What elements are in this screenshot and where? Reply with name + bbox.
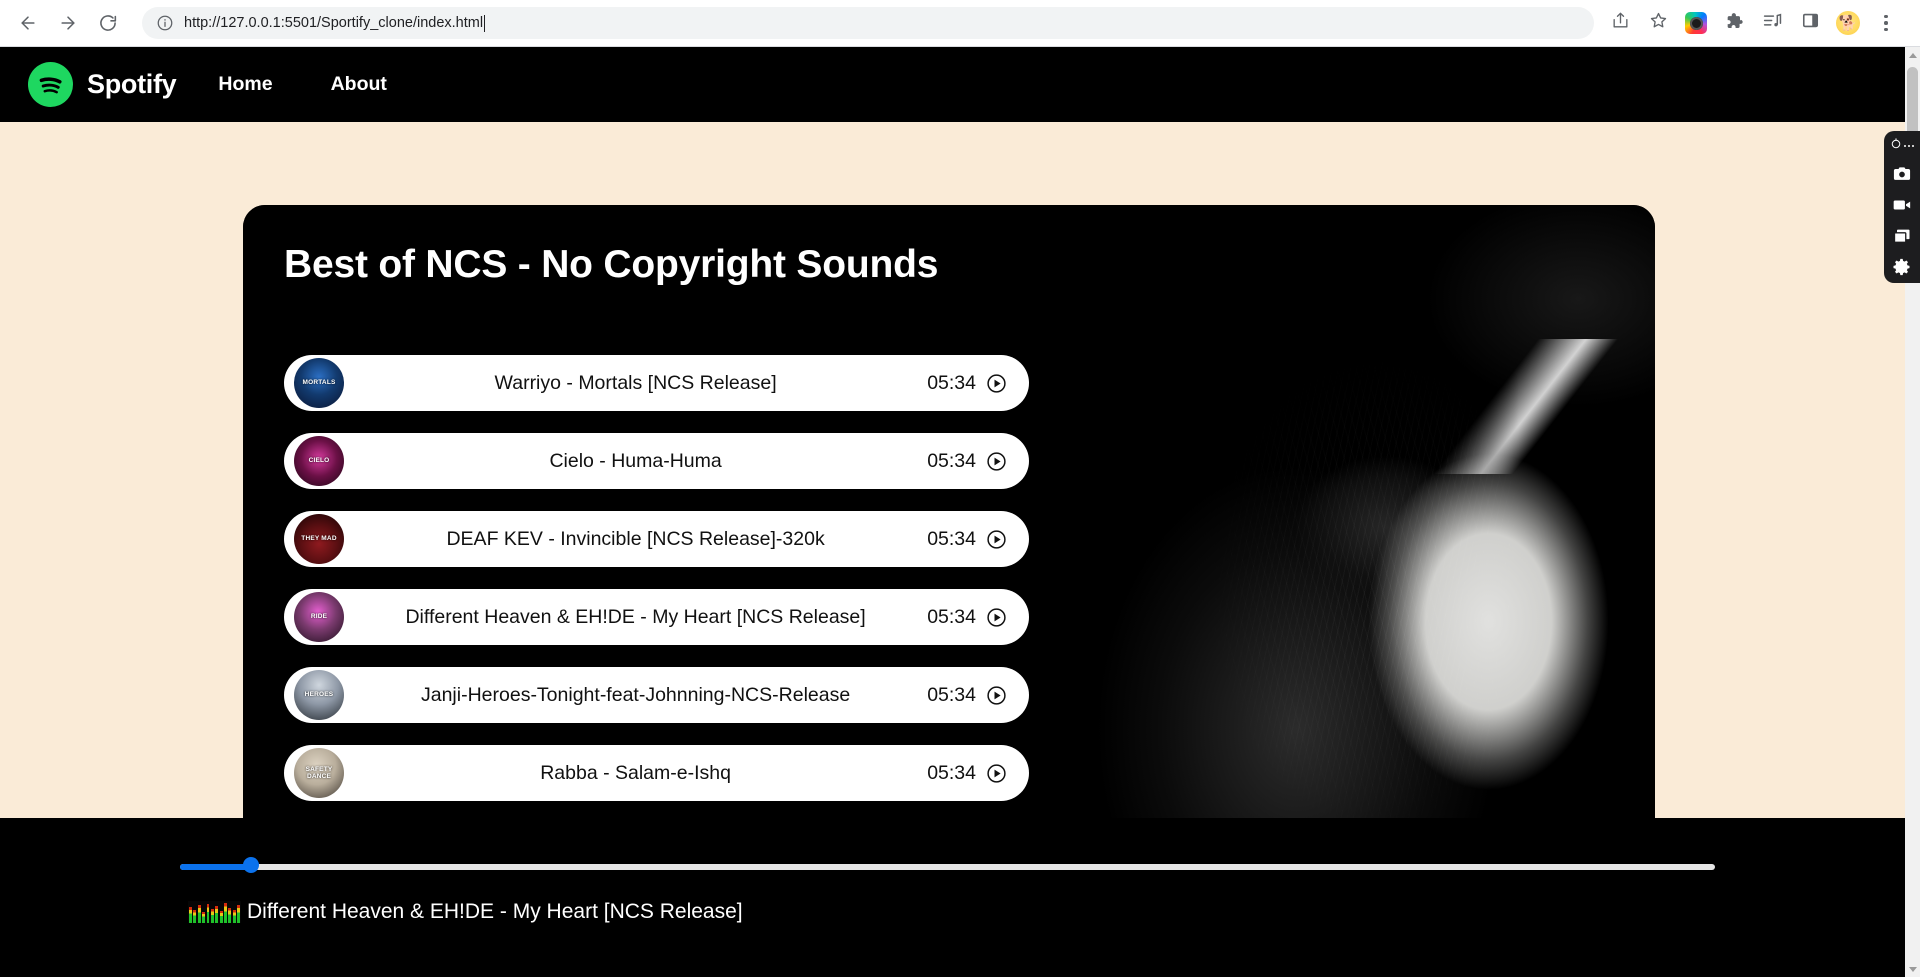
video-record-icon: [1892, 195, 1912, 220]
player-bar: Different Heaven & EH!DE - My Heart [NCS…: [0, 818, 1920, 977]
now-playing: Different Heaven & EH!DE - My Heart [NCS…: [188, 900, 743, 924]
card-background-photo: [1015, 205, 1655, 877]
album-cover-label: CIELO: [308, 457, 330, 465]
forward-button[interactable]: [50, 5, 86, 41]
table-row[interactable]: CIELO Cielo - Huma-Huma 05:34: [284, 433, 1029, 489]
nav-links: Home About: [218, 73, 415, 96]
spotify-logo-icon: [28, 62, 73, 107]
reload-button[interactable]: [90, 5, 126, 41]
song-title: Warriyo - Mortals [NCS Release]: [494, 371, 777, 394]
now-playing-title: Different Heaven & EH!DE - My Heart [NCS…: [247, 900, 743, 923]
media-playlist-button[interactable]: [1756, 7, 1788, 39]
browser-toolbar: http://127.0.0.1:5501/Sportify_clone/ind…: [0, 0, 1920, 47]
song-title: Cielo - Huma-Huma: [549, 449, 722, 472]
text-cursor: [484, 14, 486, 32]
address-bar-url[interactable]: http://127.0.0.1:5501/Sportify_clone/ind…: [184, 15, 483, 31]
table-row[interactable]: RIDE Different Heaven & EH!DE - My Heart…: [284, 589, 1029, 645]
playlist-card: Best of NCS - No Copyright Sounds MORTAL…: [243, 205, 1655, 877]
play-circle-icon[interactable]: [986, 685, 1007, 706]
seek-thumb[interactable]: [242, 857, 259, 873]
play-circle-icon[interactable]: [986, 529, 1007, 550]
seek-track[interactable]: [180, 864, 1715, 870]
table-row[interactable]: THEY MAD DEAF KEV - Invincible [NCS Rele…: [284, 511, 1029, 567]
seek-progress-fill: [180, 864, 251, 870]
side-panel-icon: [1801, 11, 1820, 35]
song-title: Janji-Heroes-Tonight-feat-Johnning-NCS-R…: [420, 683, 851, 706]
chrome-menu-button[interactable]: [1870, 7, 1902, 39]
nav-link-home[interactable]: Home: [218, 73, 302, 96]
reload-icon: [98, 13, 118, 33]
bookmark-button[interactable]: [1642, 7, 1674, 39]
song-duration: 05:34: [927, 605, 976, 628]
bookmark-star-icon: [1649, 11, 1668, 35]
song-duration: 05:34: [927, 761, 976, 784]
recorder-header[interactable]: [1890, 137, 1915, 155]
back-button[interactable]: [10, 5, 46, 41]
play-circle-icon[interactable]: [986, 451, 1007, 472]
album-cover-icon: RIDE: [294, 592, 344, 642]
forward-arrow-icon: [58, 13, 78, 33]
site-navbar: Spotify Home About: [0, 47, 1905, 122]
song-duration: 05:34: [927, 371, 976, 394]
audio-equalizer-icon: [188, 901, 241, 923]
brand-name: Spotify: [87, 69, 177, 99]
video-record-button[interactable]: [1892, 197, 1912, 217]
album-cover-icon: HEROES: [294, 670, 344, 720]
browser-toolbar-icons: 🐕: [1594, 7, 1902, 39]
seek-slider[interactable]: [180, 857, 1715, 876]
nav-link-about[interactable]: About: [303, 73, 415, 96]
album-cover-label: HEROES: [304, 691, 334, 699]
song-duration: 05:34: [927, 683, 976, 706]
settings-gear-icon: [1892, 257, 1912, 282]
screen-recorder-widget: [1884, 131, 1920, 283]
settings-button[interactable]: [1892, 257, 1912, 282]
media-playlist-icon: [1762, 10, 1783, 36]
brand-logo[interactable]: Spotify: [28, 62, 177, 107]
address-bar[interactable]: http://127.0.0.1:5501/Sportify_clone/ind…: [142, 7, 1594, 39]
page-viewport: Spotify Home About Best of NCS - No Copy…: [0, 47, 1920, 977]
album-cover-label: MORTALS: [302, 379, 336, 387]
chrome-menu-icon: [1884, 14, 1888, 32]
song-title: DEAF KEV - Invincible [NCS Release]-320k: [446, 527, 825, 550]
album-cover-label: THEY MAD: [301, 535, 337, 543]
share-button[interactable]: [1604, 7, 1636, 39]
window-capture-icon: [1892, 226, 1912, 251]
scroll-up-arrow-icon[interactable]: [1905, 47, 1920, 63]
song-duration: 05:34: [927, 527, 976, 550]
page-title: Best of NCS - No Copyright Sounds: [284, 243, 939, 286]
song-list: MORTALS Warriyo - Mortals [NCS Release] …: [284, 355, 1029, 877]
window-capture-button[interactable]: [1892, 228, 1912, 248]
recorder-logo-icon: [1890, 137, 1902, 155]
color-picker-icon: [1685, 12, 1707, 34]
share-icon: [1611, 11, 1630, 35]
album-cover-label: RIDE: [310, 613, 328, 621]
side-panel-button[interactable]: [1794, 7, 1826, 39]
song-title: Different Heaven & EH!DE - My Heart [NCS…: [405, 605, 866, 628]
camera-screenshot-icon: [1892, 164, 1912, 189]
profile-avatar-icon: 🐕: [1836, 11, 1860, 35]
play-circle-icon[interactable]: [986, 763, 1007, 784]
play-circle-icon[interactable]: [986, 607, 1007, 628]
back-arrow-icon: [18, 13, 38, 33]
table-row[interactable]: MORTALS Warriyo - Mortals [NCS Release] …: [284, 355, 1029, 411]
album-cover-icon: CIELO: [294, 436, 344, 486]
album-cover-icon: SAFETY DANCE: [294, 748, 344, 798]
table-row[interactable]: SAFETY DANCE Rabba - Salam-e-Ishq 05:34: [284, 745, 1029, 801]
recorder-more-icon: [1903, 144, 1915, 148]
site-info-icon[interactable]: [156, 14, 174, 32]
extensions-button[interactable]: [1718, 7, 1750, 39]
browser-nav-buttons: [0, 5, 126, 41]
extensions-puzzle-icon: [1724, 11, 1744, 36]
play-circle-icon[interactable]: [986, 373, 1007, 394]
color-picker-extension-button[interactable]: [1680, 7, 1712, 39]
album-cover-label: SAFETY DANCE: [305, 765, 333, 780]
album-cover-icon: MORTALS: [294, 358, 344, 408]
scroll-down-arrow-icon[interactable]: [1905, 961, 1920, 977]
song-duration: 05:34: [927, 449, 976, 472]
song-title: Rabba - Salam-e-Ishq: [540, 761, 731, 784]
album-cover-icon: THEY MAD: [294, 514, 344, 564]
camera-screenshot-button[interactable]: [1892, 166, 1912, 186]
profile-avatar-button[interactable]: 🐕: [1832, 7, 1864, 39]
table-row[interactable]: HEROES Janji-Heroes-Tonight-feat-Johnnin…: [284, 667, 1029, 723]
